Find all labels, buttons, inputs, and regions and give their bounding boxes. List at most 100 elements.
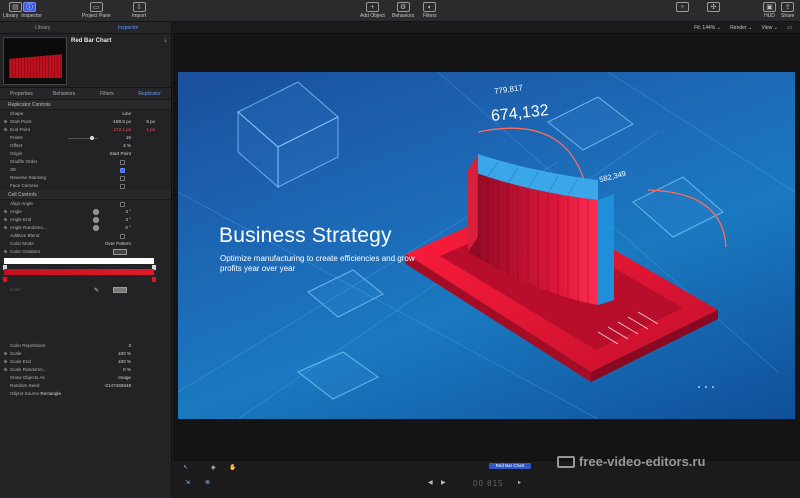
additive-blend-checkbox[interactable] xyxy=(120,234,125,239)
angle-row: Angle 3 ° xyxy=(0,208,171,216)
color-mode-label: Color Mode xyxy=(10,241,34,246)
color-gradient-bar[interactable] xyxy=(4,269,154,275)
window-layout-icon[interactable]: ▭ xyxy=(787,25,792,31)
headline-text: Business Strategy xyxy=(219,224,392,247)
cell-controls-heading[interactable]: Cell Controls xyxy=(0,190,171,200)
angle-randomness-dial-icon[interactable] xyxy=(93,225,99,231)
keyframe-icon[interactable] xyxy=(3,119,8,124)
render-menu[interactable]: Render ⌄ xyxy=(730,25,752,31)
color-stop-left[interactable] xyxy=(3,277,7,282)
library-button[interactable]: ▤ ⓘ Library Inspector xyxy=(3,2,42,19)
share-button[interactable]: ⇪ Share xyxy=(781,2,794,19)
gradient-preset-icon[interactable] xyxy=(113,249,127,255)
mark-icon[interactable]: ▸ xyxy=(518,479,521,486)
random-seed-row: Random Seed -2147483648 xyxy=(0,382,171,390)
scale-randomness-value[interactable]: 0 % xyxy=(123,366,131,374)
timeline-clip[interactable]: Red Bar Chart xyxy=(489,463,531,469)
add-object-button[interactable]: + Add Object xyxy=(360,2,385,19)
tab-replicator[interactable]: Replicator xyxy=(128,88,171,99)
keyframe-icon[interactable] xyxy=(3,225,8,230)
scale-value[interactable]: 100 % xyxy=(118,350,131,358)
select-tool-icon[interactable]: ↖ xyxy=(183,464,188,471)
scale-row: Scale 100 % xyxy=(0,350,171,358)
face-camera-checkbox[interactable] xyxy=(120,184,125,189)
video-camera-icon xyxy=(557,455,575,468)
slider-knob[interactable] xyxy=(90,136,94,140)
loop-icon[interactable]: ⊗ xyxy=(205,479,210,486)
scale-end-value[interactable]: 100 % xyxy=(118,358,131,366)
filters-button[interactable]: ◐ Filters xyxy=(423,2,437,19)
behaviors-button[interactable]: ⚙ Behaviors xyxy=(392,2,414,19)
zoom-select[interactable]: Fit: 144% ⌄ xyxy=(694,25,721,31)
pin-icon[interactable]: ⇣ xyxy=(163,37,168,44)
keyframe-icon[interactable] xyxy=(3,217,8,222)
keyframe-icon[interactable] xyxy=(3,367,8,372)
points-slider[interactable] xyxy=(68,136,98,140)
play-icon[interactable]: ▶ xyxy=(441,479,446,486)
project-pane-button[interactable]: ▭ Project Pane xyxy=(82,2,111,19)
import-button[interactable]: ⇩ Import xyxy=(132,2,146,19)
angle-end-dial-icon[interactable] xyxy=(93,217,99,223)
show-objects-as-select[interactable]: Image xyxy=(118,374,131,382)
record-icon[interactable]: ⇲ xyxy=(185,479,190,486)
angle-randomness-value[interactable]: 0 ° xyxy=(125,224,131,232)
tab-filters[interactable]: Filters xyxy=(86,88,129,99)
cell-repetitions-value[interactable]: 3 xyxy=(128,342,131,350)
shape-select[interactable]: Line xyxy=(122,110,131,118)
shuffle-order-row: Shuffle Order xyxy=(0,158,171,166)
color-mode-select[interactable]: Over Pattern xyxy=(105,240,131,248)
import-icon: ⇩ xyxy=(132,2,146,12)
view-menu[interactable]: View ⌄ xyxy=(762,25,778,31)
start-point-x[interactable]: -188.5 px xyxy=(112,118,131,126)
reverse-stacking-checkbox[interactable] xyxy=(120,176,125,181)
angle-label: Angle xyxy=(10,209,22,214)
filters-label: Filters xyxy=(423,13,437,19)
color-swatch[interactable] xyxy=(113,287,127,293)
rewind-icon[interactable]: ◀ xyxy=(428,479,433,486)
shuffle-order-checkbox[interactable] xyxy=(120,160,125,165)
tune-button[interactable]: ♆ xyxy=(676,2,689,13)
face-camera-row: Face Camera xyxy=(0,182,171,190)
angle-dial-icon[interactable] xyxy=(93,209,99,215)
start-point-y[interactable]: 5 px xyxy=(146,118,155,126)
keyframe-icon[interactable] xyxy=(3,209,8,214)
end-point-x[interactable]: 272.1 px xyxy=(113,126,131,134)
gradient-editor[interactable] xyxy=(0,256,171,286)
angle-randomness-row: Angle Randomn... 0 ° xyxy=(0,224,171,232)
replicator-controls-heading[interactable]: Replicator Controls xyxy=(0,100,171,110)
keyframe-icon[interactable] xyxy=(3,127,8,132)
angle-end-label: Angle End xyxy=(10,217,32,222)
random-seed-value[interactable]: -2147483648 xyxy=(104,382,131,390)
angle-end-value[interactable]: 3 ° xyxy=(125,216,131,224)
opacity-gradient-bar[interactable] xyxy=(4,258,154,264)
keyframe-icon[interactable] xyxy=(3,359,8,364)
tool-button[interactable]: ✣ xyxy=(707,2,720,13)
tab-behaviors[interactable]: Behaviors xyxy=(43,88,86,99)
angle-value[interactable]: 3 ° xyxy=(125,208,131,216)
keyframe-icon[interactable] xyxy=(3,351,8,356)
hand-tool-icon[interactable]: ✋ xyxy=(229,464,236,471)
tab-library[interactable]: Library xyxy=(0,22,86,33)
transform-tool-icon[interactable]: ◈ xyxy=(211,464,216,471)
start-point-label: Start Point xyxy=(10,119,32,124)
dimmed-row xyxy=(0,318,171,326)
hud-button[interactable]: ▣ HUD xyxy=(763,2,776,19)
tab-properties[interactable]: Properties xyxy=(0,88,43,99)
project-pane-label: Project Pane xyxy=(82,13,111,19)
composition-canvas[interactable]: 779,817 674,132 582,349 Business Strateg… xyxy=(178,72,795,419)
align-angle-checkbox[interactable] xyxy=(120,202,125,207)
start-point-row: Start Point -188.5 px 5 px xyxy=(0,118,171,126)
preview-title: Red Bar Chart xyxy=(71,38,112,44)
origin-label: Origin xyxy=(10,151,23,156)
tab-inspector[interactable]: Inspector xyxy=(86,22,172,33)
subtitle-text: Optimize manufacturing to create efficie… xyxy=(220,254,415,273)
color-stop-right[interactable] xyxy=(152,277,156,282)
origin-select[interactable]: Start Point xyxy=(110,150,131,158)
points-value[interactable]: 19 xyxy=(126,134,131,142)
3d-checkbox[interactable] xyxy=(120,168,125,173)
object-source-value[interactable]: Rectangle xyxy=(40,390,61,398)
end-point-y[interactable]: 1 px xyxy=(146,126,155,134)
disclosure-icon[interactable] xyxy=(3,249,8,254)
offset-value[interactable]: 3 % xyxy=(123,142,131,150)
dimmed-row xyxy=(0,326,171,334)
